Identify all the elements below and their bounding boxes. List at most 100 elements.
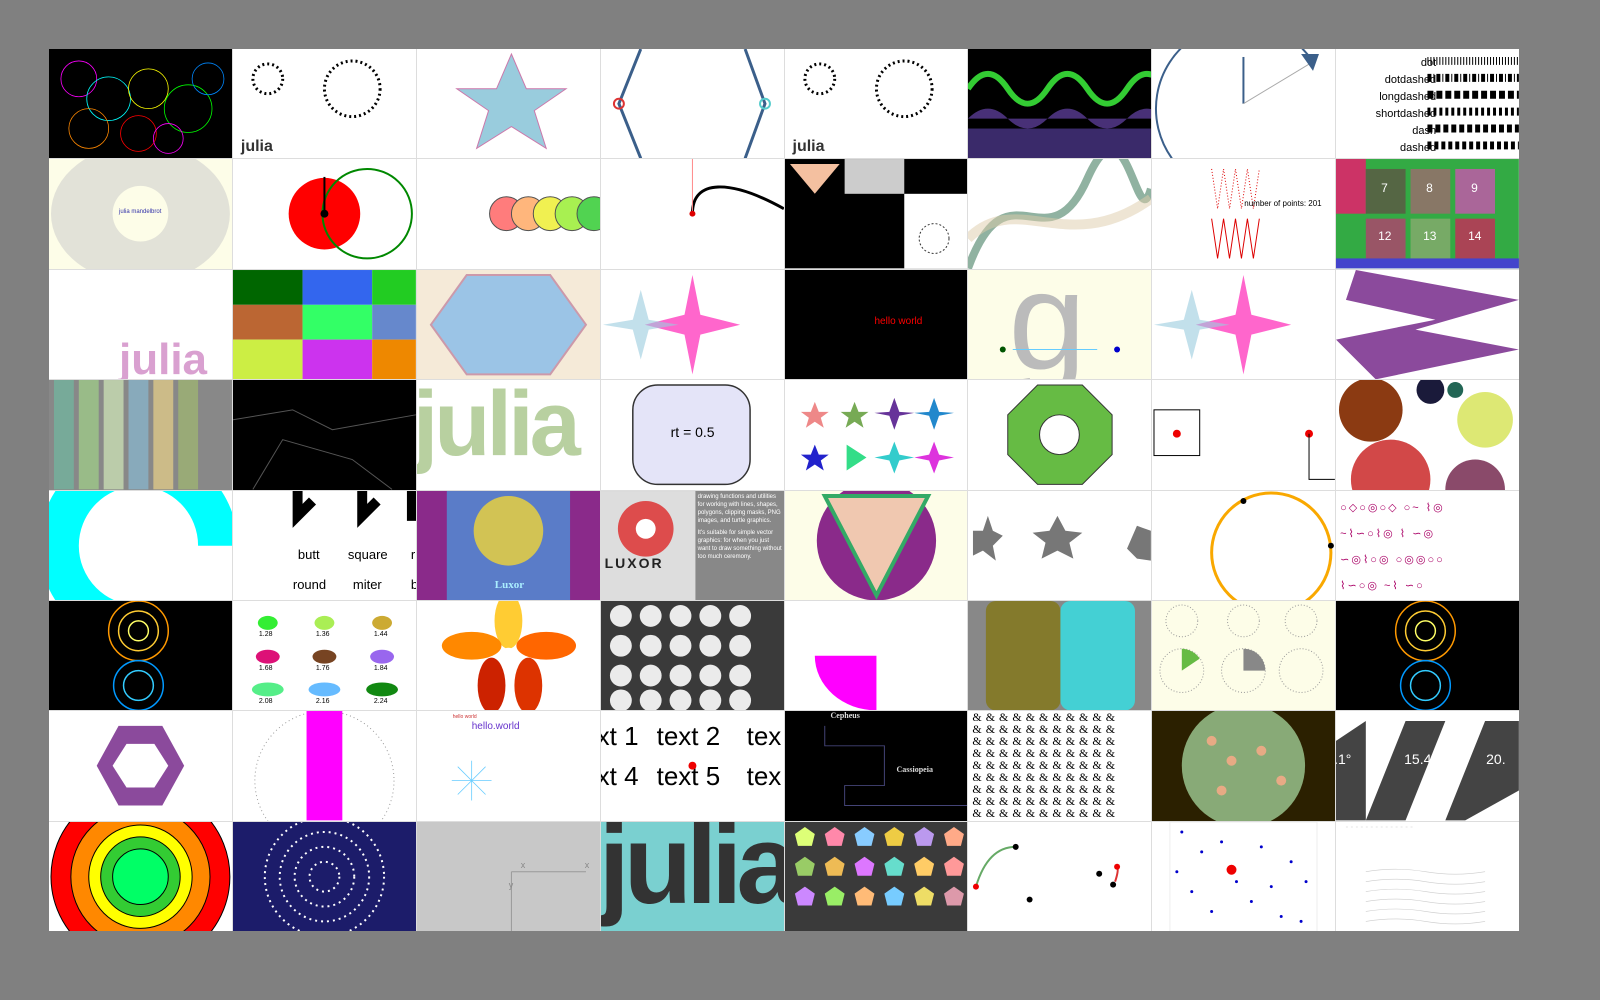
tile-sierpinski <box>784 490 968 600</box>
tile-hexagon-ring <box>49 711 232 821</box>
ellipse-value: 2.24 <box>373 697 388 705</box>
tile-stars-pink <box>600 269 784 380</box>
rt-label: rt = 0.5 <box>670 424 715 441</box>
tile-glyph-rows: ○◇○◎○◇ ○~ ⌇◎ ~⌇∽○⌇◎ ⌇ ∽◎ ∽◎⌇○◎ ○◎◎○○ ⌇∽○◎ ~… <box>1336 490 1519 600</box>
tile-mandelbrot-text: julia mandelbrot <box>49 159 232 269</box>
cap-label: square <box>347 546 388 562</box>
axis-label: x <box>520 859 526 870</box>
tile-flower-petals <box>416 600 600 711</box>
tile-luxor-doc: LUXOR drawing functions and utilities fo… <box>600 490 784 600</box>
angle-label: 20. <box>1486 751 1506 768</box>
luxor-description: drawing functions and utilities for work… <box>697 493 782 560</box>
tile-color-columns <box>49 380 232 490</box>
tile-waves <box>968 49 1152 159</box>
tile-numbered-grid: 7 8 9 12 13 14 <box>1336 159 1519 269</box>
luxor-caption: Luxor <box>494 578 525 591</box>
glyph-rows: ○◇○◎○◇ ○~ ⌇◎ ~⌇∽○⌇◎ ⌇ ∽◎ ∽◎⌇○◎ ○◎◎○○ ⌇∽○◎ ~… <box>1340 501 1445 592</box>
tile-text-grid: xt 1 text 2 tex xt 4 text 5 tex <box>600 711 784 821</box>
julia-logo: julia <box>240 138 273 156</box>
tile-wavy-lines <box>1336 821 1519 931</box>
tile-olive-teal <box>968 600 1152 711</box>
julia-logo: julia <box>416 380 581 476</box>
tile-line-caps: butt square r round miter b <box>232 490 416 600</box>
tile-grey-stars <box>968 490 1152 600</box>
tile-concentric-rings <box>49 821 232 931</box>
tile-clock-arc <box>1152 49 1336 159</box>
image-grid: julia julia dotdotdashedlongdashed short… <box>49 49 1519 931</box>
luxor-logo: LUXOR <box>604 554 664 571</box>
axis-label: x <box>584 859 590 870</box>
tile-magenta-quarter <box>784 600 968 711</box>
tile-hexagon-line <box>600 49 784 159</box>
join-label: b <box>410 576 416 592</box>
tile-axes: x x y <box>416 821 600 931</box>
tile-number: 8 <box>1426 181 1433 196</box>
ellipse-value: 2.16 <box>315 697 330 705</box>
tile-ellipse-grid: 1.28 1.36 1.44 1.68 1.76 1.84 2.08 2.16 … <box>232 600 416 711</box>
tile-spiral-polygons-2 <box>1336 600 1519 711</box>
tile-big-julia: julia <box>416 380 600 490</box>
tile-green-octagon <box>968 380 1152 490</box>
constellation-name: Cepheus <box>830 711 860 721</box>
ellipse-value: 2.08 <box>258 697 273 705</box>
tile-magenta-bar <box>232 711 416 821</box>
tile-purple-bolt <box>1336 269 1519 380</box>
tile-scatter-dots <box>1152 821 1336 931</box>
points-label: number of points: 201 <box>1244 199 1322 209</box>
tile-number: 14 <box>1468 229 1482 244</box>
tile-hello-world-fan: hello.world hello world <box>416 711 600 821</box>
tile-number: 13 <box>1423 229 1437 244</box>
tile-bubble-julia: julia <box>49 269 232 380</box>
tile-stars-pink-2 <box>1152 269 1336 380</box>
join-label: round <box>292 576 327 592</box>
tile-julia-rings: julia <box>232 49 416 159</box>
ellipse-value: 1.84 <box>373 664 388 672</box>
tile-star-map <box>232 380 416 490</box>
tile-angle-stripes: .1° 15.4° 20. <box>1336 711 1519 821</box>
tile-spiral-polygons <box>49 600 232 711</box>
tile-orange-circle <box>1152 490 1336 600</box>
tile-red-circle <box>232 159 416 269</box>
constellation-name: Cassiopeia <box>896 765 933 775</box>
tile-julia-rings-2: julia <box>784 49 968 159</box>
tile-blue-octagon <box>416 269 600 380</box>
tile-colored-web <box>49 49 232 159</box>
tile-teal-julia: julia <box>600 821 784 931</box>
tile-cyan-arc <box>49 490 232 600</box>
tile-color-blocks <box>232 269 416 380</box>
tile-dash-styles: dotdotdashedlongdashed shortdasheddashda… <box>1336 49 1519 159</box>
tile-pentagons <box>784 821 968 931</box>
join-label: miter <box>352 576 382 592</box>
tile-rounded-rect: rt = 0.5 <box>600 380 784 490</box>
tile-letter-g: g <box>968 269 1152 380</box>
tile-circle-gradient <box>416 159 600 269</box>
julia-logo: julia <box>792 138 825 156</box>
tile-circle-badges <box>600 600 784 711</box>
ampersand-grid: &&&&&&&&&&& &&&&&&&&&&& &&&&&&&&&&& &&&&&&&… <box>972 711 1120 821</box>
tile-dot-circle <box>1152 711 1336 821</box>
tile-pie-charts <box>1152 600 1336 711</box>
julia-logo: julia <box>119 335 208 380</box>
hello-text: hello world <box>874 315 923 327</box>
tile-luxor-sun: Luxor <box>416 490 600 600</box>
ellipse-value: 1.36 <box>315 630 330 638</box>
tile-constellations: Cepheus Cassiopeia <box>784 711 968 821</box>
angle-label: .1° <box>1336 751 1352 768</box>
ellipse-value: 1.44 <box>373 630 388 638</box>
tile-number: 9 <box>1471 181 1478 196</box>
angle-label: 15.4° <box>1404 751 1437 768</box>
ellipse-value: 1.76 <box>315 664 330 672</box>
tile-hello-world: hello world <box>784 269 968 380</box>
cap-label: r <box>410 546 416 562</box>
tile-red-dot-square <box>1152 380 1336 490</box>
tile-star-shapes <box>784 380 968 490</box>
tile-star-dots <box>416 49 600 159</box>
tile-bezier-points <box>968 821 1152 931</box>
axis-label: y <box>508 879 514 890</box>
ellipse-value: 1.28 <box>258 630 273 638</box>
tile-dot-spiral <box>232 821 416 931</box>
tile-sine-points: number of points: 201 <box>1152 159 1336 269</box>
cap-label: butt <box>297 546 320 562</box>
tile-number: 7 <box>1381 181 1388 196</box>
julia-logo: julia <box>600 821 784 927</box>
